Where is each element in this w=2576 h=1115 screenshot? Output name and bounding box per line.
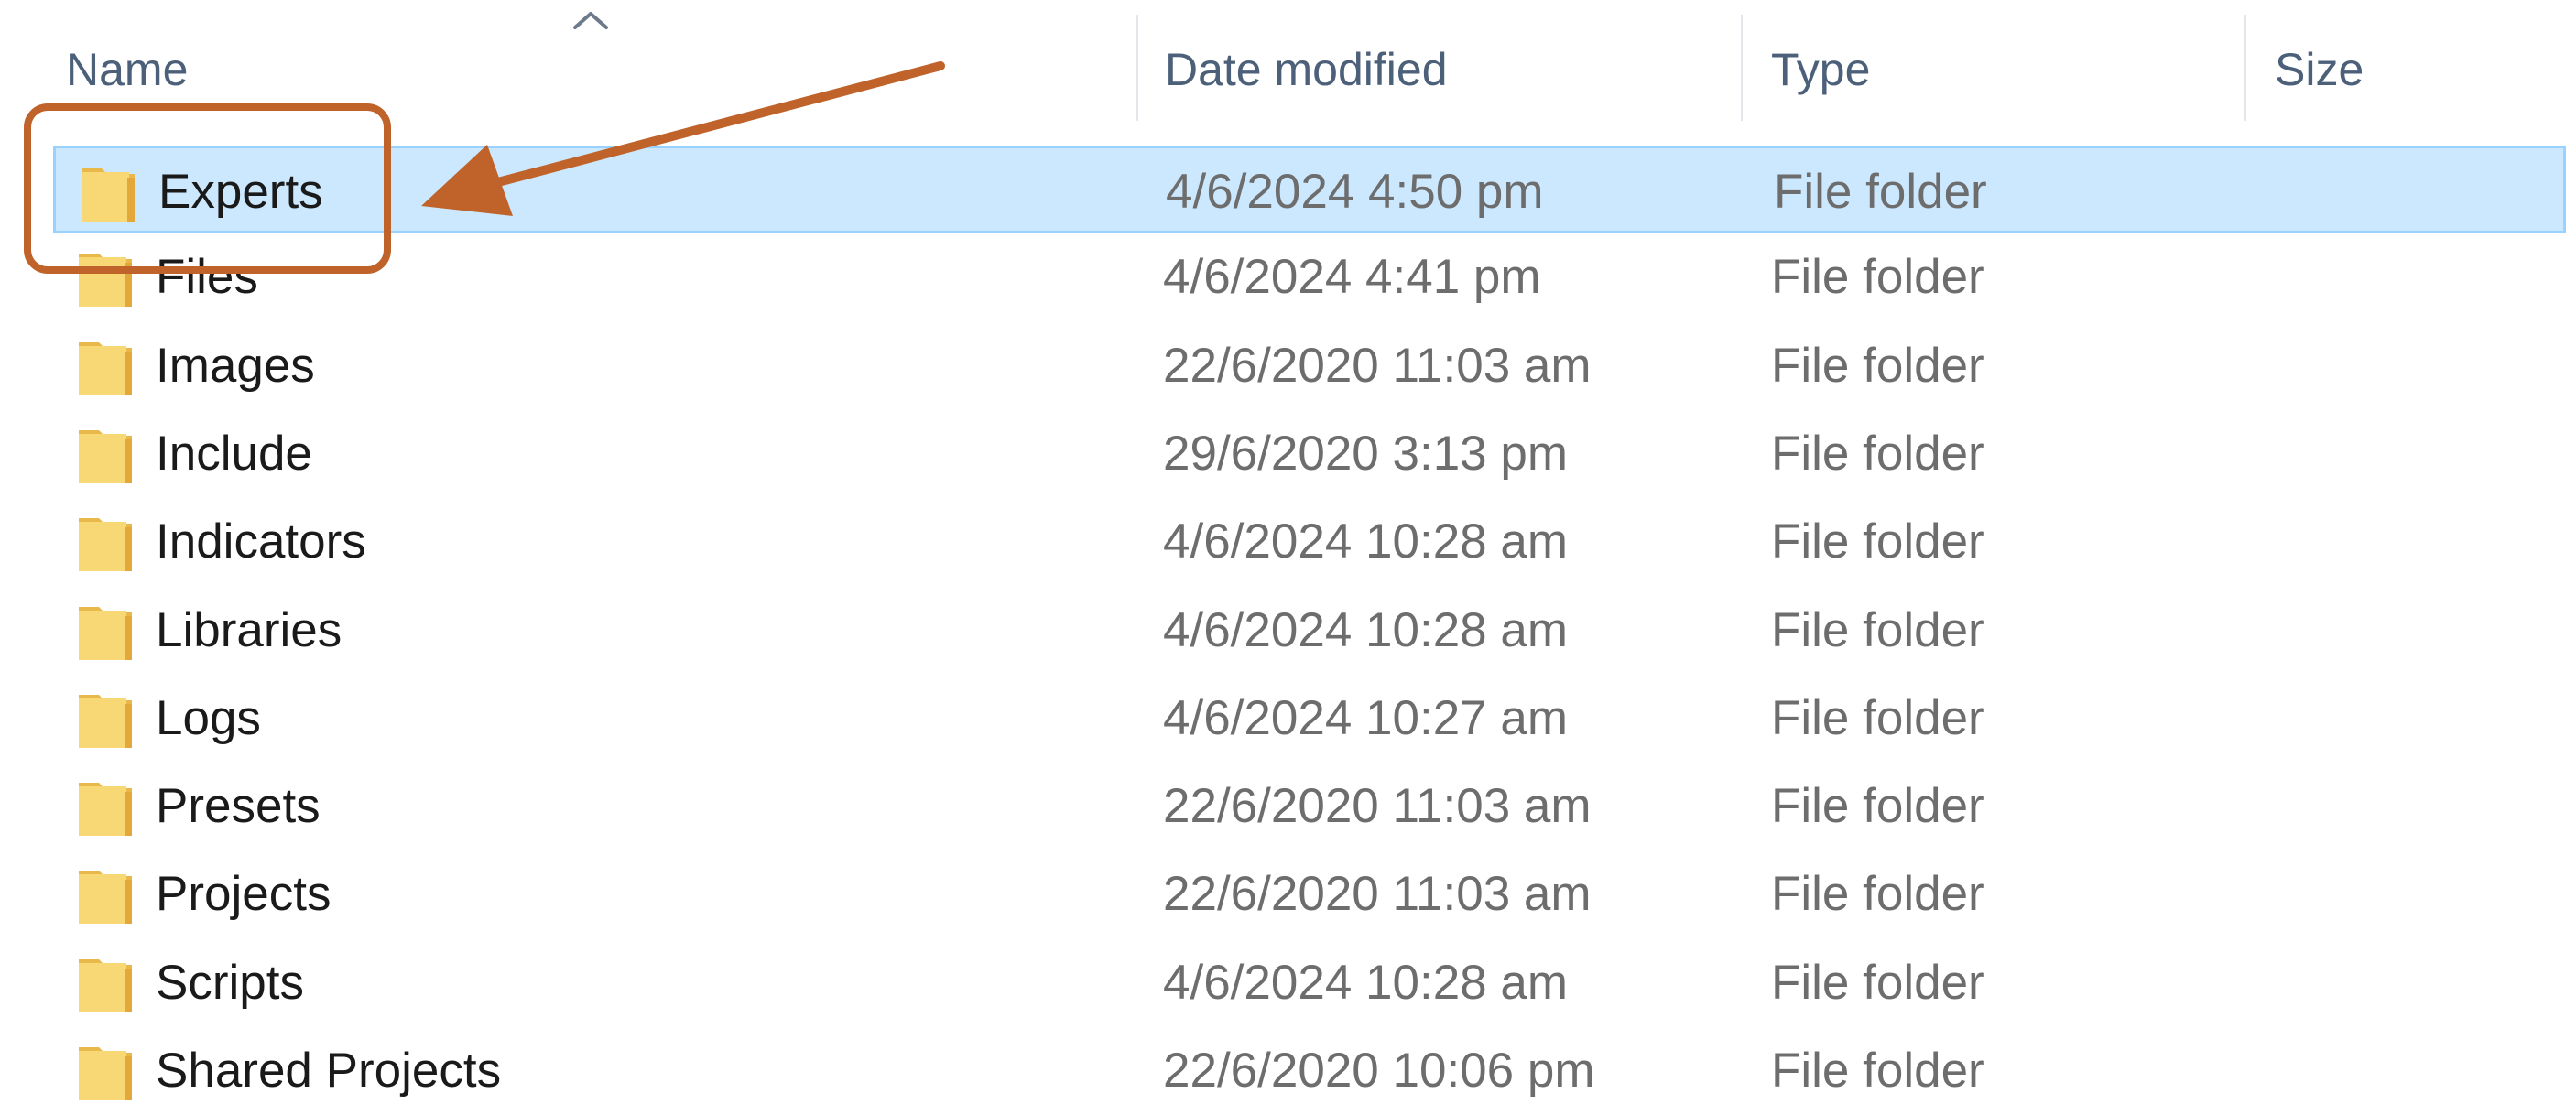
folder-icon [79,607,132,660]
file-type: File folder [1771,691,1984,745]
column-header-name[interactable]: Name [66,37,188,103]
file-name: Presets [156,779,321,833]
file-type: File folder [1771,339,1984,393]
file-type: File folder [1771,250,1984,304]
file-date-modified: 4/6/2024 10:27 am [1163,691,1569,745]
file-date-modified: 22/6/2020 10:06 pm [1163,1044,1595,1098]
file-name: Files [156,250,258,304]
folder-icon [79,871,132,924]
folder-icon [79,342,132,395]
file-name: Logs [156,691,261,745]
file-row[interactable]: Libraries 4/6/2024 10:28 am File folder [53,587,2566,675]
file-row[interactable]: Images 22/6/2020 11:03 am File folder [53,322,2566,410]
column-header-date-modified[interactable]: Date modified [1165,37,1448,103]
file-name: Experts [158,165,323,219]
file-row[interactable]: Include 29/6/2020 3:13 pm File folder [53,410,2566,498]
file-name: Libraries [156,603,342,657]
file-date-modified: 22/6/2020 11:03 am [1163,779,1592,833]
file-row[interactable]: Logs 4/6/2024 10:27 am File folder [53,675,2566,763]
folder-icon [79,695,132,748]
folder-icon [82,168,135,222]
folder-icon [79,959,132,1012]
folder-icon [79,1047,132,1100]
file-date-modified: 4/6/2024 10:28 am [1163,956,1569,1010]
folder-icon [79,430,132,483]
file-date-modified: 4/6/2024 10:28 am [1163,603,1569,657]
column-divider[interactable] [1741,15,1743,121]
column-divider[interactable] [2244,15,2246,121]
file-name: Scripts [156,956,304,1010]
file-type: File folder [1771,779,1984,833]
file-date-modified: 29/6/2020 3:13 pm [1163,427,1569,481]
file-name: Images [156,339,315,393]
file-type: File folder [1771,603,1984,657]
file-type: File folder [1771,956,1984,1010]
file-row[interactable]: Shared Projects 22/6/2020 10:06 pm File fo… [53,1027,2566,1115]
file-type: File folder [1771,514,1984,568]
column-divider[interactable] [1136,15,1138,121]
file-type: File folder [1771,867,1984,921]
sort-up-icon [573,12,608,29]
column-header-size[interactable]: Size [2275,37,2364,103]
file-name: Projects [156,867,332,921]
folder-icon [79,518,132,571]
file-date-modified: 4/6/2024 4:50 pm [1166,165,1544,219]
file-row[interactable]: Files 4/6/2024 4:41 pm File folder [53,233,2566,321]
file-row[interactable]: Scripts 4/6/2024 10:28 am File folder [53,939,2566,1027]
file-name: Include [156,427,312,481]
file-type: File folder [1771,1044,1984,1098]
file-date-modified: 22/6/2020 11:03 am [1163,339,1592,393]
file-date-modified: 4/6/2024 4:41 pm [1163,250,1541,304]
file-type: File folder [1774,165,1987,219]
folder-icon [79,254,132,307]
file-name: Indicators [156,514,366,568]
file-row[interactable]: Projects 22/6/2020 11:03 am File folder [53,850,2566,938]
file-name: Shared Projects [156,1044,502,1098]
column-header-bar: Name Date modified Type Size [0,0,2576,128]
file-row[interactable]: Experts 4/6/2024 4:50 pm File folder [53,146,2566,233]
file-date-modified: 22/6/2020 11:03 am [1163,867,1592,921]
folder-icon [79,783,132,836]
file-row[interactable]: Indicators 4/6/2024 10:28 am File folder [53,498,2566,586]
file-row[interactable]: Presets 22/6/2020 11:03 am File folder [53,763,2566,850]
file-type: File folder [1771,427,1984,481]
column-header-type[interactable]: Type [1771,37,1870,103]
file-explorer: Name Date modified Type Size Experts 4/6/… [0,0,2576,1104]
file-date-modified: 4/6/2024 10:28 am [1163,514,1569,568]
